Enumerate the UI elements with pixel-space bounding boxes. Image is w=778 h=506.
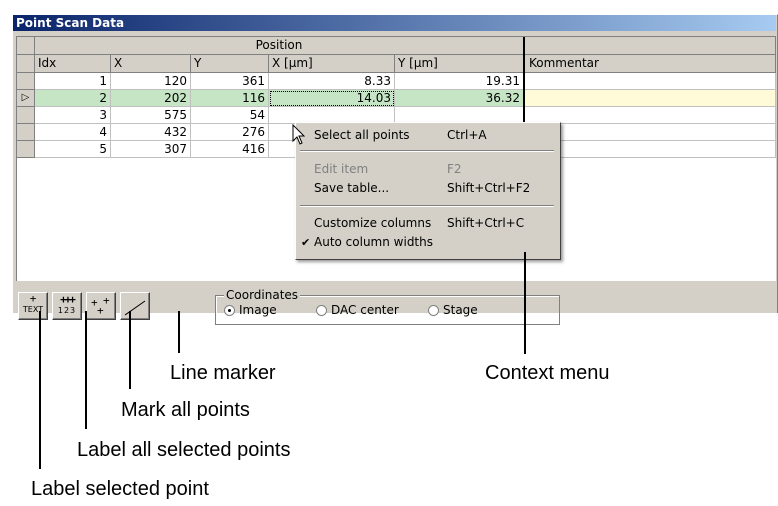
radio-selected-icon — [224, 304, 235, 316]
leader-line-line-marker — [178, 311, 180, 353]
cell-idx[interactable]: 3 — [35, 107, 111, 124]
plus-icon: + — [29, 292, 37, 305]
cell-y-um[interactable]: 19.31 — [395, 73, 524, 90]
leader-line-label-selected — [39, 311, 41, 469]
current-row-indicator[interactable]: ▷ — [17, 90, 35, 107]
radio-empty-icon — [428, 304, 439, 316]
column-header-x[interactable]: X — [111, 55, 191, 73]
corner-header — [17, 37, 35, 55]
cell-x[interactable]: 307 — [111, 141, 191, 158]
row-header[interactable] — [17, 107, 35, 124]
svg-text:+: + — [103, 294, 110, 307]
menu-item-select-all[interactable]: Select all points Ctrl+A — [298, 126, 556, 145]
column-header-x-um[interactable]: X [µm] — [269, 55, 395, 73]
menu-item-label: Save table... — [314, 181, 390, 195]
menu-item-auto-column-widths[interactable]: ✔ Auto column widths — [298, 233, 556, 252]
context-menu: Select all points Ctrl+A Edit item F2 Sa… — [295, 122, 561, 260]
coordinates-group: Coordinates Image DAC center Stage — [215, 288, 560, 325]
cell-idx[interactable]: 2 — [35, 90, 111, 107]
radio-image[interactable]: Image — [224, 303, 277, 317]
mouse-pointer-icon — [292, 124, 306, 145]
cell-idx[interactable]: 5 — [35, 141, 111, 158]
cell-x[interactable]: 432 — [111, 124, 191, 141]
cell-x[interactable]: 575 — [111, 107, 191, 124]
callout-mark-all-points: Mark all points — [121, 399, 250, 421]
menu-item-edit-item[interactable]: Edit item F2 — [298, 160, 556, 179]
menu-separator — [300, 150, 554, 152]
row-header-corner — [17, 55, 35, 73]
cell-x-um-focused[interactable]: 14.03 — [269, 90, 395, 107]
cell-idx[interactable]: 1 — [35, 73, 111, 90]
menu-item-shortcut: Shift+Ctrl+C — [447, 216, 525, 230]
row-header[interactable] — [17, 141, 35, 158]
menu-item-shortcut: Ctrl+A — [447, 128, 487, 142]
column-header-y-um[interactable]: Y [µm] — [395, 55, 524, 73]
callout-label-selected-point: Label selected point — [31, 478, 209, 500]
cell-y[interactable]: 361 — [191, 73, 269, 90]
menu-item-save-table[interactable]: Save table... Shift+Ctrl+F2 — [298, 179, 556, 198]
leader-line-label-all-selected — [85, 311, 87, 429]
menu-item-shortcut: F2 — [447, 162, 462, 176]
cell-x[interactable]: 202 — [111, 90, 191, 107]
menu-separator — [300, 205, 554, 207]
group-header-blank — [524, 37, 776, 55]
leader-line-context-menu — [524, 252, 526, 354]
numbers-label: 123 — [57, 306, 77, 315]
column-header-kommentar[interactable]: Kommentar — [524, 55, 776, 73]
cell-x-um[interactable]: 8.33 — [269, 73, 395, 90]
cell-kommentar[interactable] — [524, 124, 776, 141]
menu-item-label: Auto column widths — [314, 235, 433, 249]
radio-empty-icon — [316, 304, 327, 316]
label-selected-point-button[interactable]: + TEXT — [18, 292, 48, 320]
text-label: TEXT — [22, 305, 44, 314]
cell-y[interactable]: 416 — [191, 141, 269, 158]
radio-dac-center-label: DAC center — [331, 303, 399, 317]
label-all-selected-points-button[interactable]: +++ 123 — [52, 292, 82, 320]
radio-dac-center[interactable]: DAC center — [316, 303, 399, 317]
cell-y[interactable]: 54 — [191, 107, 269, 124]
cell-x[interactable]: 120 — [111, 73, 191, 90]
leader-line-mark-all — [129, 311, 131, 389]
radio-stage-label: Stage — [443, 303, 478, 317]
cell-kommentar[interactable] — [524, 90, 776, 107]
cell-y[interactable]: 116 — [191, 90, 269, 107]
row-header[interactable] — [17, 124, 35, 141]
menu-item-label: Edit item — [314, 162, 369, 176]
cell-y[interactable]: 276 — [191, 124, 269, 141]
cell-kommentar[interactable] — [524, 107, 776, 124]
plus-plus-plus-icon: +++ — [60, 293, 76, 306]
mark-all-points-button[interactable]: + + + — [86, 292, 116, 320]
group-header-position: Position — [35, 37, 524, 55]
svg-text:+: + — [97, 304, 104, 317]
cell-kommentar[interactable] — [524, 141, 776, 158]
column-header-y[interactable]: Y — [191, 55, 269, 73]
radio-image-label: Image — [239, 303, 277, 317]
checkmark-icon: ✔ — [301, 236, 311, 249]
window-title: Point Scan Data — [13, 15, 776, 31]
coordinates-legend: Coordinates — [224, 288, 301, 302]
line-marker-icon — [124, 300, 146, 316]
menu-item-label: Customize columns — [314, 216, 432, 230]
callout-context-menu: Context menu — [485, 362, 610, 384]
radio-stage[interactable]: Stage — [428, 303, 478, 317]
cell-kommentar[interactable] — [524, 73, 776, 90]
callout-line-marker: Line marker — [170, 362, 276, 384]
callout-label-all-selected: Label all selected points — [77, 439, 291, 461]
cell-idx[interactable]: 4 — [35, 124, 111, 141]
mark-all-points-icon: + + + — [91, 294, 110, 317]
menu-item-label: Select all points — [314, 128, 410, 142]
line-marker-button[interactable] — [120, 292, 150, 320]
cell-y-um[interactable]: 36.32 — [395, 90, 524, 107]
column-header-idx[interactable]: Idx — [35, 55, 111, 73]
menu-item-customize-columns[interactable]: Customize columns Shift+Ctrl+C — [298, 214, 556, 233]
row-header[interactable] — [17, 73, 35, 90]
menu-item-shortcut: Shift+Ctrl+F2 — [447, 181, 531, 195]
